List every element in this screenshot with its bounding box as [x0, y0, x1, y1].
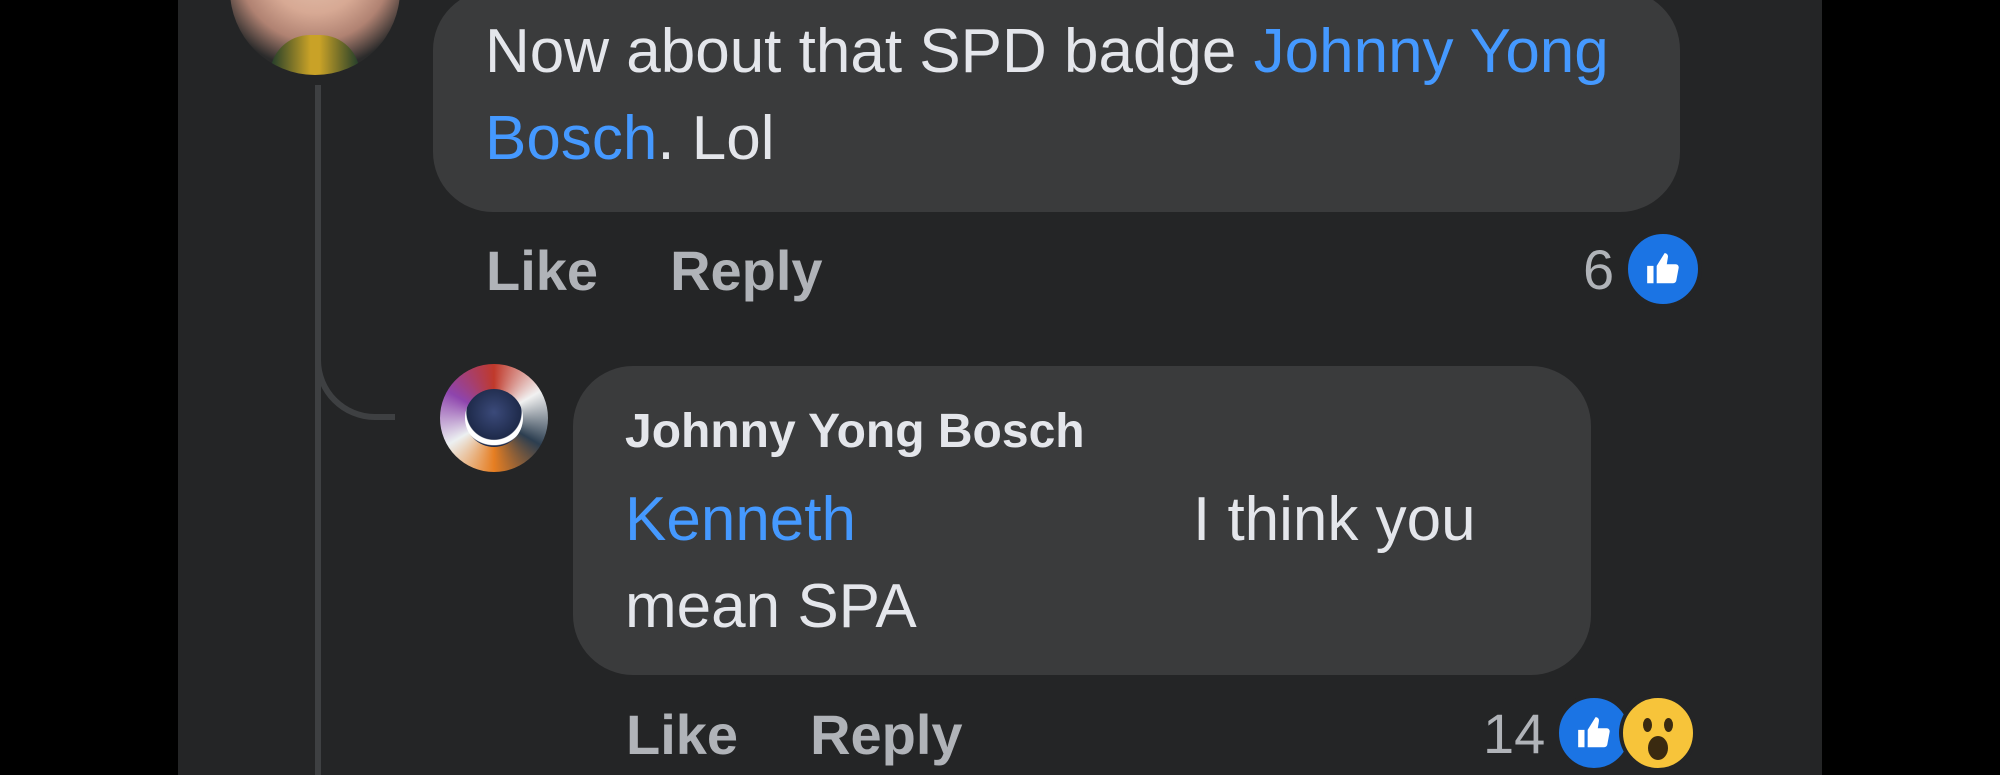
reaction-summary[interactable]: 14 — [1483, 694, 1698, 772]
comment-bubble: Now about that SPD badge Johnny Yong Bos… — [433, 0, 1680, 212]
like-icon — [1624, 230, 1703, 308]
reaction-count: 6 — [1583, 237, 1615, 301]
reaction-summary[interactable]: 6 — [1583, 230, 1703, 308]
avatar-collar — [270, 35, 360, 75]
reaction-count: 14 — [1483, 701, 1546, 765]
comment-actions: Like Reply — [486, 238, 895, 303]
reply-text: I think you — [1193, 485, 1476, 554]
avatar-inner — [465, 389, 523, 447]
comment-text-start: Now about that SPD badge — [485, 17, 1254, 86]
thread-line — [315, 85, 321, 775]
wow-mouth — [1648, 736, 1669, 760]
mention-link[interactable]: Kenneth — [625, 485, 856, 554]
wow-eye-right — [1664, 718, 1674, 732]
wow-icon — [1619, 694, 1698, 772]
avatar[interactable] — [440, 364, 548, 472]
reply-bubble: Johnny Yong Bosch Kenneth I think you me… — [573, 366, 1591, 675]
comment-text: Now about that SPD badge Johnny Yong Bos… — [485, 8, 1665, 182]
reply-actions: Like Reply — [626, 702, 1035, 767]
comment-thread: Now about that SPD badge Johnny Yong Bos… — [178, 0, 1822, 775]
like-button[interactable]: Like — [626, 703, 738, 766]
author-name[interactable]: Johnny Yong Bosch — [625, 404, 1085, 459]
reply-text-line: Kenneth I think you — [625, 476, 1565, 563]
reply-connector — [315, 330, 395, 420]
like-button[interactable]: Like — [486, 239, 598, 302]
reply-text-line-2: mean SPA — [625, 572, 917, 641]
reply-button[interactable]: Reply — [810, 703, 963, 766]
wow-eye-left — [1643, 718, 1653, 732]
reply-button[interactable]: Reply — [670, 239, 823, 302]
avatar[interactable] — [230, 0, 400, 75]
comment-text-end: . Lol — [657, 104, 775, 173]
